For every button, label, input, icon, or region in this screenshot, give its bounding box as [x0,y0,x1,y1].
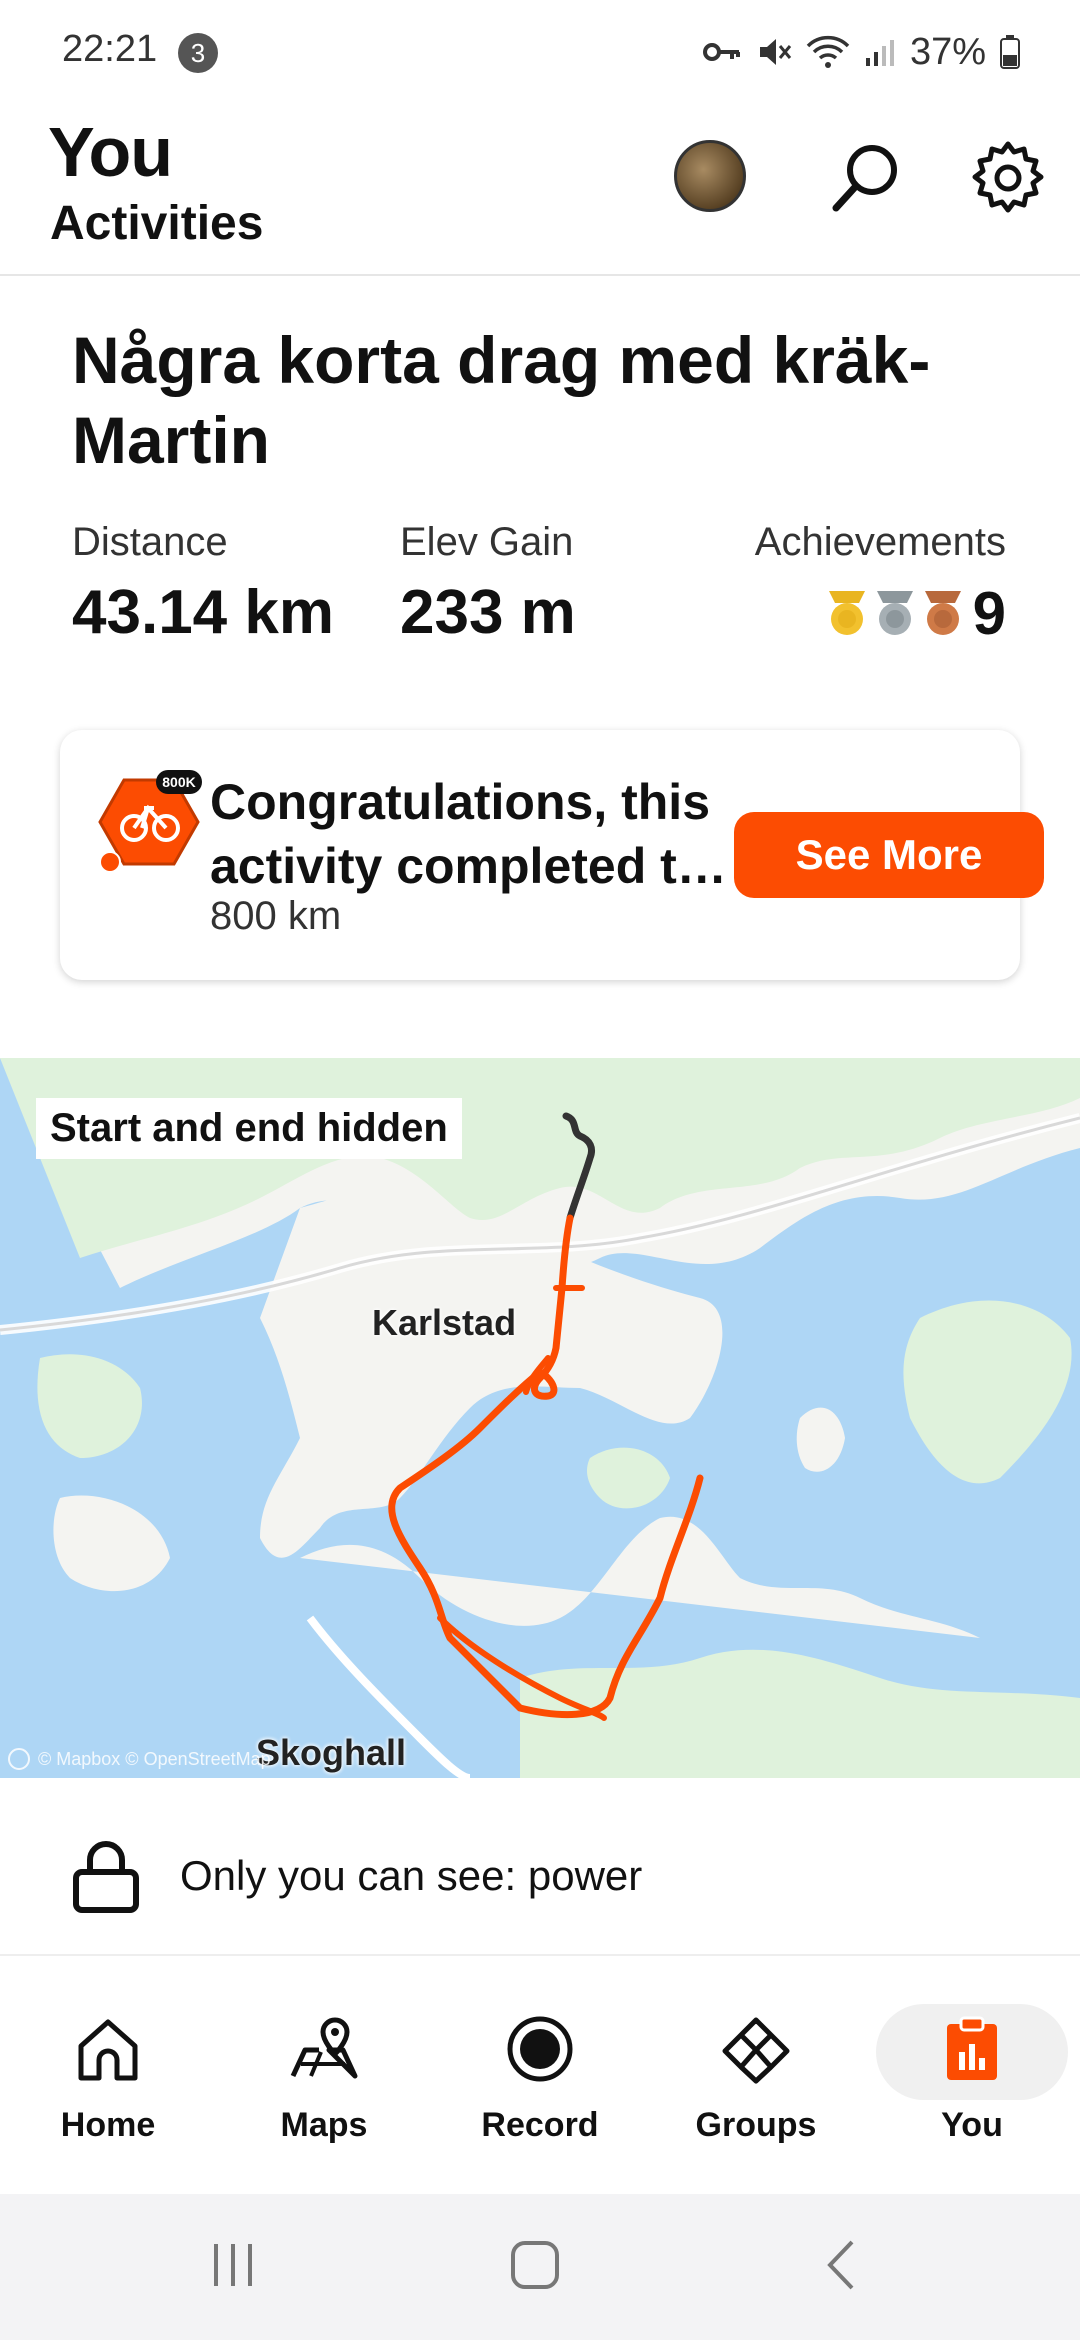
nav-item-maps[interactable]: Maps [216,1956,432,2194]
gear-icon[interactable] [968,138,1048,218]
stat-achievements[interactable]: Achievements 9 [755,520,1006,648]
map-city-label: Karlstad [372,1302,517,1343]
congrats-detail: 800 km [210,894,342,938]
info-icon[interactable] [8,1748,30,1770]
bronze-medal-icon [924,590,961,635]
stat-distance: Distance 43.14 km [72,520,334,648]
nav-item-record[interactable]: Record [432,1956,648,2194]
silver-medal-icon [876,590,913,635]
map-privacy-notice: Start and end hidden [36,1098,462,1159]
mute-icon [759,39,792,65]
status-icons: 37% [702,28,1020,76]
search-icon[interactable] [826,138,906,218]
home-system-icon[interactable] [508,2238,562,2292]
back-icon[interactable] [822,2238,862,2292]
system-nav-bar [0,2194,1080,2340]
notification-count-badge: 3 [178,33,218,73]
page-title: You [48,113,173,191]
nav-item-groups[interactable]: Groups [648,1956,864,2194]
route-map[interactable]: Start and end hidden Karlstad Skoghall ©… [0,1058,1080,1778]
battery-percent: 37% [909,30,986,73]
home-icon [78,2019,138,2081]
stat-label: Achievements [754,520,1006,564]
activity-title: Några korta drag med kräk-Martin [72,323,931,477]
lock-icon [73,1841,139,1913]
achievement-count: 9 [972,580,1006,647]
page-subtitle[interactable]: Activities [50,196,263,251]
bottom-nav: Home Maps Record Groups You [0,1956,1080,2194]
gold-medal-icon [828,590,865,635]
nav-label: You [941,2106,1003,2144]
maps-icon [290,2017,358,2079]
battery-icon [1000,35,1020,69]
map-city-label: Skoghall [256,1732,407,1773]
nav-label: Maps [280,2106,368,2144]
privacy-row[interactable]: Only you can see: power [0,1778,1080,1956]
map-canvas [0,1058,1080,1778]
you-icon [947,2016,997,2080]
record-icon [507,2016,573,2082]
medals-row: 9 [755,579,1006,648]
stat-label: Elev Gain [400,520,574,564]
vpn-key-icon [702,43,740,61]
signal-icon [865,40,894,66]
map-attribution-text: © Mapbox © OpenStreetMap [38,1748,271,1769]
status-bar: 22:21 3 37% [0,0,1080,100]
groups-icon [722,2017,790,2084]
see-more-button[interactable]: See More [734,812,1044,898]
nav-item-home[interactable]: Home [0,1956,216,2194]
nav-label: Record [481,2106,599,2144]
wifi-icon [806,35,850,68]
stat-elevation: Elev Gain 233 m [400,520,576,648]
privacy-text: Only you can see: power [180,1852,643,1899]
status-time: 22:21 [62,28,158,70]
bike-milestone-badge-icon: 800K [98,770,202,873]
stat-value: 43.14 km [72,578,334,647]
recent-apps-icon[interactable] [208,2240,258,2290]
map-attribution[interactable]: © Mapbox © OpenStreetMap [8,1748,271,1770]
congrats-card[interactable]: 800K Congratulations, this activity comp… [60,730,1044,980]
badge-label: 800K [162,774,195,790]
stat-value: 233 m [400,578,576,647]
app-header: You Activities [0,100,1080,276]
stat-label: Distance [72,520,228,564]
nav-label: Groups [695,2106,817,2144]
nav-label: Home [60,2106,156,2144]
congrats-message: Congratulations, this activity completed… [210,774,727,894]
avatar[interactable] [674,140,746,212]
nav-item-you[interactable]: You [864,1956,1080,2194]
